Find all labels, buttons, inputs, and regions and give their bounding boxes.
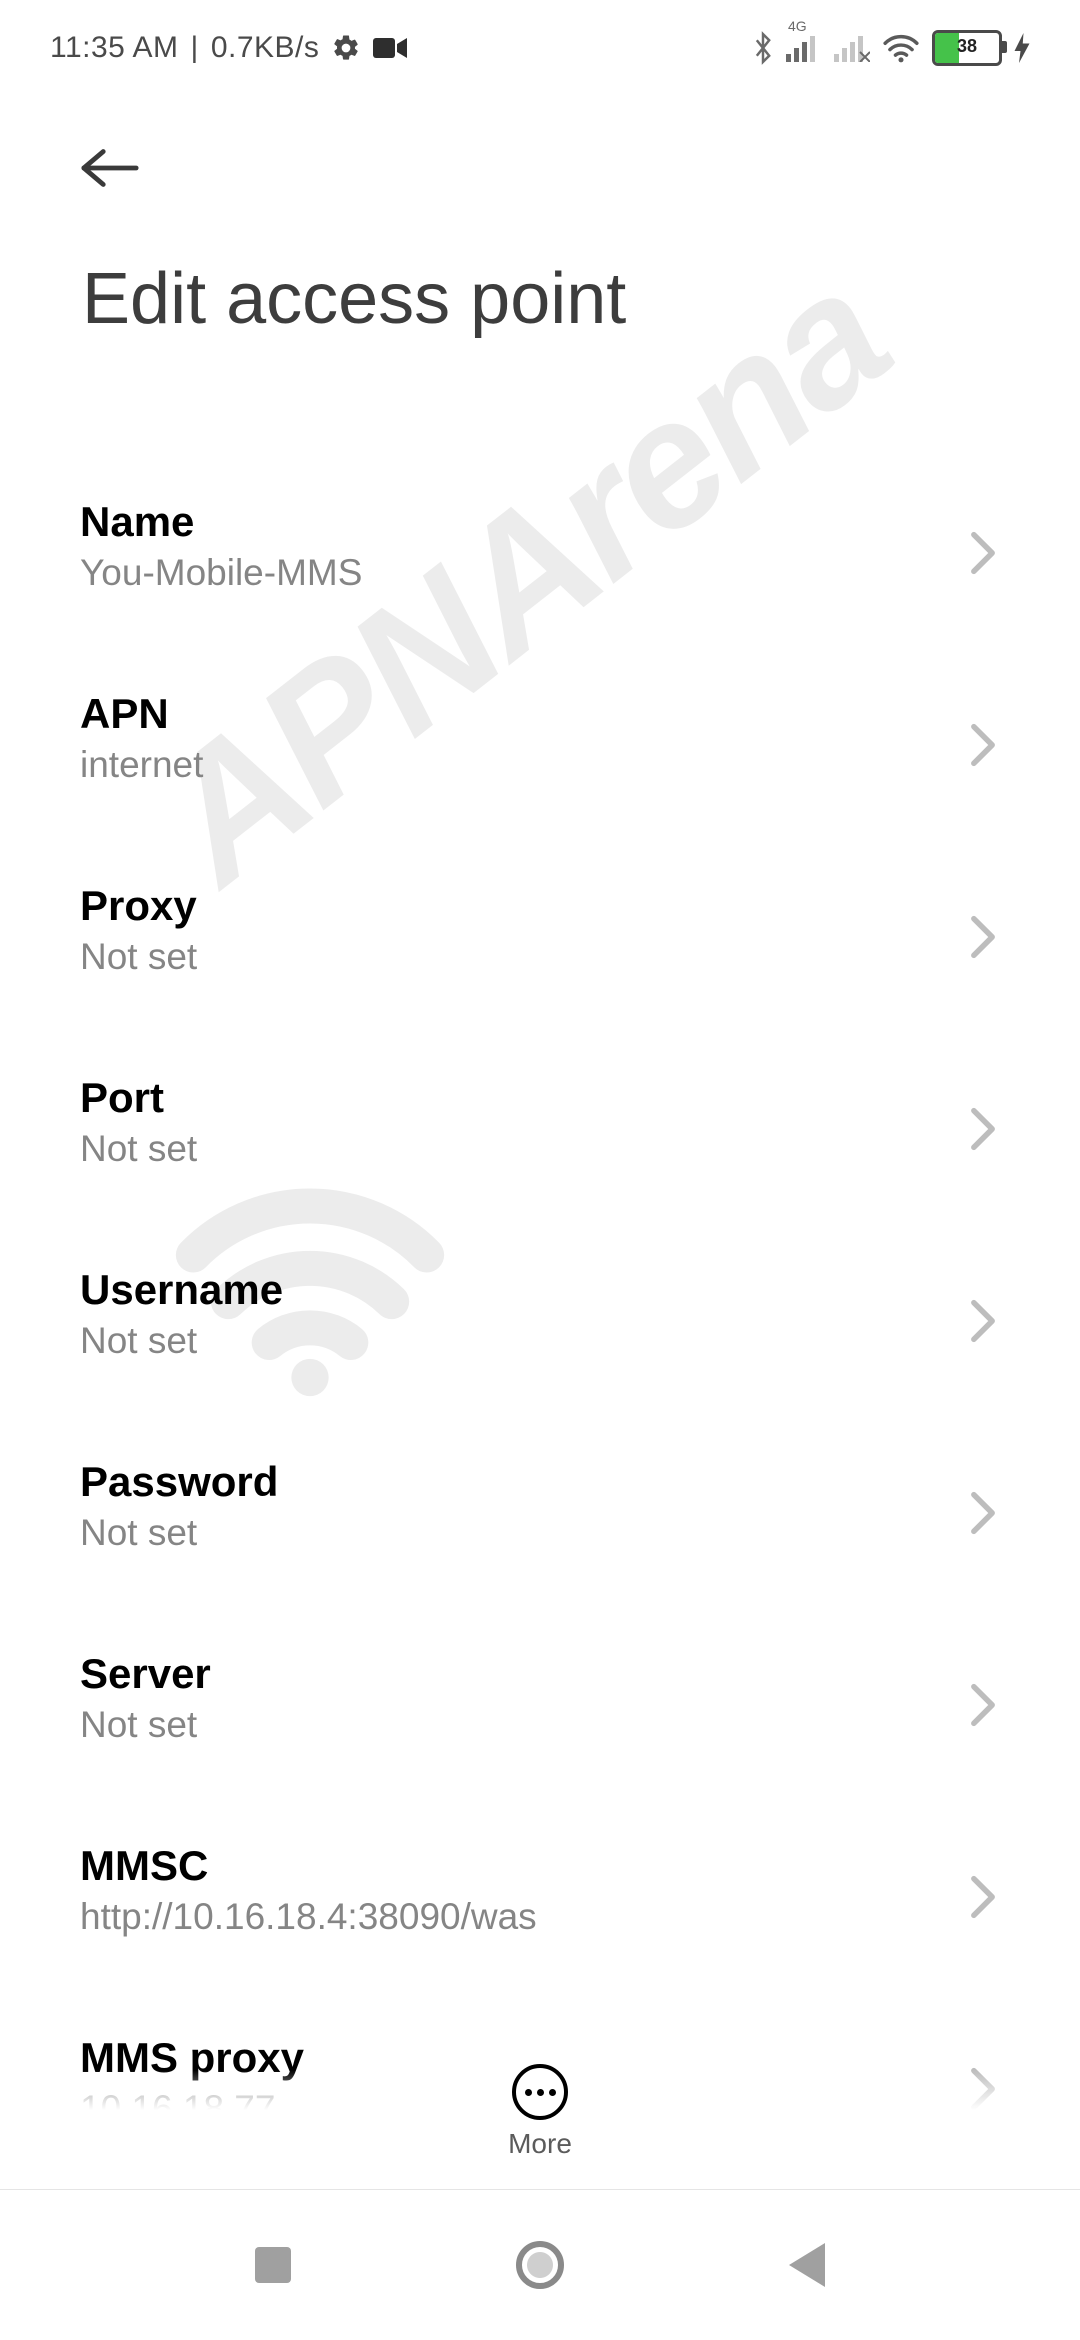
- more-action[interactable]: More: [0, 2064, 1080, 2160]
- arrow-left-icon: [80, 147, 140, 189]
- chevron-right-icon: [970, 723, 1000, 753]
- settings-gear-icon: [331, 33, 361, 63]
- setting-value: http://10.16.18.4:38090/was: [80, 1896, 537, 1938]
- setting-value: Not set: [80, 1512, 278, 1554]
- setting-row-mmsc[interactable]: MMSC http://10.16.18.4:38090/was: [80, 1794, 1000, 1986]
- wifi-icon: [882, 33, 920, 63]
- nav-back-button[interactable]: [777, 2235, 837, 2295]
- page-title: Edit access point: [80, 198, 1000, 340]
- setting-row-apn[interactable]: APN internet: [80, 642, 1000, 834]
- setting-row-username[interactable]: Username Not set: [80, 1218, 1000, 1410]
- square-icon: [255, 2247, 291, 2283]
- more-horizontal-icon: [512, 2064, 568, 2120]
- setting-row-name[interactable]: Name You-Mobile-MMS: [80, 450, 1000, 642]
- setting-title: APN: [80, 690, 203, 738]
- setting-value: Not set: [80, 1704, 211, 1746]
- setting-value: internet: [80, 744, 203, 786]
- charging-bolt-icon: [1014, 33, 1030, 63]
- setting-title: Name: [80, 498, 362, 546]
- setting-title: Server: [80, 1650, 211, 1698]
- triangle-left-icon: [789, 2243, 825, 2287]
- setting-value: Not set: [80, 1128, 197, 1170]
- nav-home-button[interactable]: [510, 2235, 570, 2295]
- setting-title: Proxy: [80, 882, 197, 930]
- chevron-right-icon: [970, 1491, 1000, 1521]
- setting-title: Username: [80, 1266, 283, 1314]
- chevron-right-icon: [970, 531, 1000, 561]
- circle-icon: [516, 2241, 564, 2289]
- video-camera-icon: [373, 36, 407, 60]
- setting-row-proxy[interactable]: Proxy Not set: [80, 834, 1000, 1026]
- chevron-right-icon: [970, 1683, 1000, 1713]
- setting-value: You-Mobile-MMS: [80, 552, 362, 594]
- system-nav-bar: [0, 2189, 1080, 2340]
- bluetooth-icon: [752, 31, 774, 65]
- battery-icon: 38: [932, 30, 1002, 66]
- chevron-right-icon: [970, 915, 1000, 945]
- setting-row-server[interactable]: Server Not set: [80, 1602, 1000, 1794]
- chevron-right-icon: [970, 1299, 1000, 1329]
- chevron-right-icon: [970, 1107, 1000, 1137]
- status-net-speed: 0.7KB/s: [211, 31, 320, 65]
- setting-row-password[interactable]: Password Not set: [80, 1410, 1000, 1602]
- setting-row-port[interactable]: Port Not set: [80, 1026, 1000, 1218]
- chevron-right-icon: [970, 1875, 1000, 1905]
- status-bar: 11:35 AM | 0.7KB/s 4G 38: [0, 0, 1080, 78]
- cellular-signal-1-icon: 4G: [786, 34, 822, 62]
- setting-title: MMSC: [80, 1842, 537, 1890]
- setting-title: Password: [80, 1458, 278, 1506]
- setting-title: Port: [80, 1074, 197, 1122]
- cellular-signal-2-icon: [834, 34, 870, 62]
- back-button[interactable]: [80, 138, 140, 198]
- setting-value: Not set: [80, 1320, 283, 1362]
- nav-recents-button[interactable]: [243, 2235, 303, 2295]
- status-time: 11:35 AM: [50, 31, 179, 65]
- more-action-label: More: [508, 2128, 572, 2160]
- setting-value: Not set: [80, 936, 197, 978]
